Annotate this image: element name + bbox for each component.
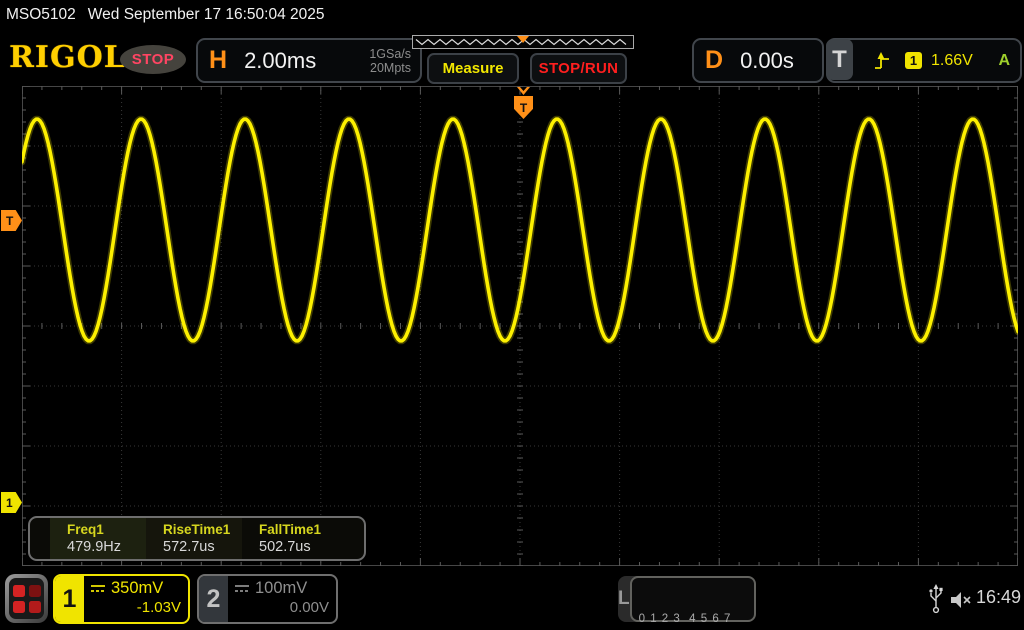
trigger-mode: A — [998, 51, 1010, 69]
brand-logo: RIGOL — [9, 40, 126, 75]
measurement-risetime[interactable]: RiseTime1 572.7us — [146, 518, 242, 559]
channel1-ground-marker[interactable]: 1 — [1, 492, 22, 513]
usb-icon — [928, 583, 944, 620]
trigger-level-marker[interactable]: T — [1, 210, 22, 231]
delay-value: 0.00s — [740, 47, 794, 73]
delay-box[interactable]: D 0.00s — [692, 38, 824, 83]
channel2-status-box[interactable]: 2 100mV 0.00V — [197, 574, 338, 624]
trigger-label: T — [826, 39, 853, 80]
channel2-number: 2 — [199, 576, 228, 622]
datetime: Wed September 17 16:50:04 2025 — [87, 6, 325, 23]
grid-icon — [9, 578, 44, 619]
speaker-muted-icon — [948, 589, 974, 616]
dc-coupling-icon — [234, 579, 250, 598]
channel1-number: 1 — [55, 576, 84, 622]
logic-label: L — [618, 588, 630, 609]
function-navigation-button[interactable] — [5, 574, 48, 623]
model-name: MSO5102 — [6, 6, 76, 23]
horizontal-label: H — [209, 46, 228, 74]
rising-edge-icon — [873, 51, 891, 71]
trigger-settings-box[interactable]: T 1 1.66V A — [826, 38, 1022, 83]
measurement-falltime[interactable]: FallTime1 502.7us — [242, 518, 338, 559]
trigger-source-badge: 1 — [905, 52, 922, 69]
delay-label: D — [705, 46, 724, 74]
acquisition-status-badge: STOP — [120, 45, 186, 74]
oscilloscope-screen: MSO5102 Wed September 17 16:50:04 2025 R… — [0, 0, 1024, 630]
dc-coupling-icon — [90, 579, 106, 598]
titlebar: MSO5102 Wed September 17 16:50:04 2025 — [6, 6, 325, 24]
logic-channel-numbers: 0 1 2 3 4 5 6 7 8 9 1011 12131415 — [629, 576, 756, 625]
waveform-display-area[interactable] — [22, 86, 1018, 566]
stop-run-button[interactable]: STOP/RUN — [530, 53, 627, 84]
logic-channels-box[interactable]: L 0 1 2 3 4 5 6 7 8 9 1011 12131415 — [618, 576, 756, 625]
sample-rate: 1GSa/s 20Mpts — [369, 46, 411, 75]
memory-position-bar[interactable] — [412, 33, 634, 50]
horizontal-settings-box[interactable]: H 2.00ms 1GSa/s 20Mpts — [196, 38, 422, 83]
memory-waveform-icon — [412, 35, 634, 49]
waveform-trace — [22, 115, 1018, 345]
channel1-scale: 350mV — [111, 579, 164, 597]
clock: 16:49 — [976, 587, 1022, 607]
trigger-level-value: 1.66V — [931, 51, 973, 69]
channel2-offset: 0.00V — [289, 599, 329, 616]
measurement-freq[interactable]: Freq1 479.9Hz — [50, 518, 146, 559]
channel2-scale: 100mV — [255, 579, 308, 597]
timebase-value: 2.00ms — [244, 47, 317, 73]
channel1-offset: -1.03V — [136, 599, 181, 616]
measure-button[interactable]: Measure — [427, 53, 519, 84]
channel1-status-box[interactable]: 1 350mV -1.03V — [53, 574, 190, 624]
measurements-panel[interactable]: Freq1 479.9Hz RiseTime1 572.7us FallTime… — [28, 516, 366, 561]
